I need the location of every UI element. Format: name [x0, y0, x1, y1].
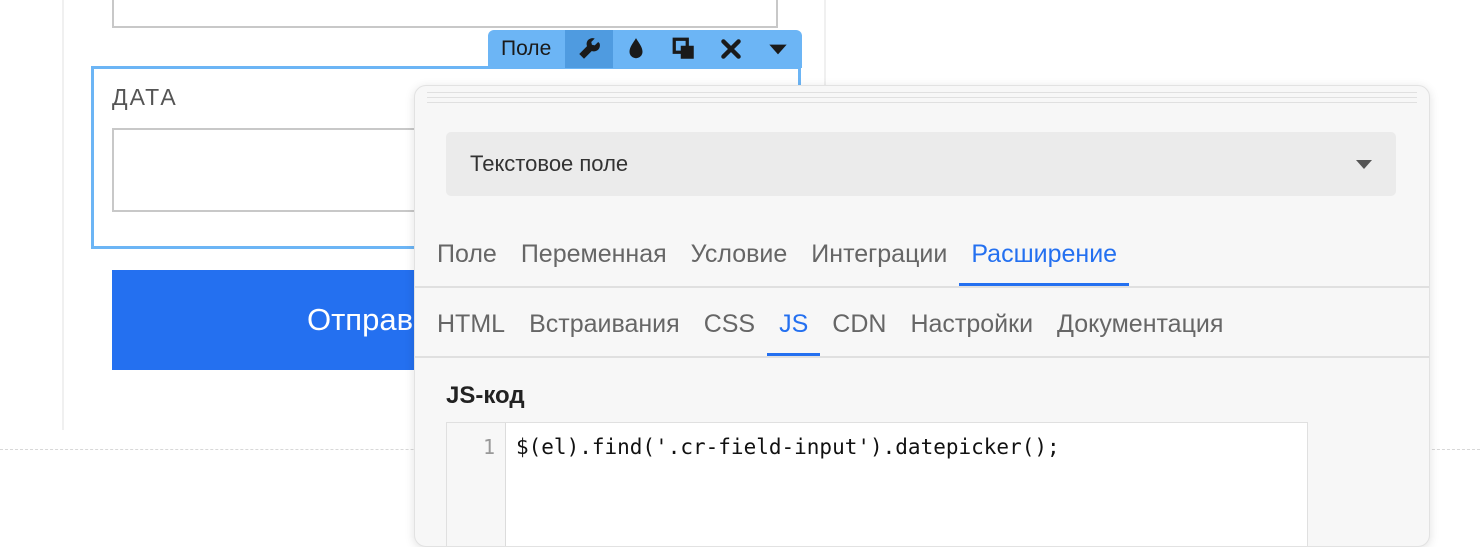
panel-drag-handle[interactable] [427, 92, 1417, 107]
tab-condition[interactable]: Условие [679, 232, 800, 286]
subtab-settings[interactable]: Настройки [898, 302, 1045, 356]
subtab-js[interactable]: JS [767, 302, 821, 356]
drop-icon[interactable] [613, 30, 660, 68]
subtab-css[interactable]: CSS [692, 302, 767, 356]
sub-tabs: HTML Встраивания CSS JS CDN Настройки До… [415, 302, 1429, 358]
settings-panel: Текстовое поле Поле Переменная Условие И… [414, 85, 1430, 547]
subtab-cdn[interactable]: CDN [820, 302, 898, 356]
toolbar-label: Поле [501, 37, 552, 60]
subtab-embeds[interactable]: Встраивания [517, 302, 692, 356]
js-code-title: JS-код [446, 382, 525, 409]
tab-extension[interactable]: Расширение [959, 232, 1130, 286]
js-code-editor[interactable]: 1 $(el).find('.cr-field-input').datepick… [446, 422, 1308, 546]
field-type-value: Текстовое поле [470, 151, 629, 176]
line-number: 1 [447, 423, 506, 546]
field-type-select[interactable]: Текстовое поле [446, 132, 1396, 196]
copy-icon[interactable] [660, 30, 707, 68]
previous-field-input[interactable] [112, 0, 778, 28]
field-toolbar: Поле [488, 30, 802, 68]
main-tabs: Поле Переменная Условие Интеграции Расши… [415, 232, 1429, 288]
tab-field[interactable]: Поле [415, 232, 509, 286]
code-line[interactable]: $(el).find('.cr-field-input').datepicker… [516, 435, 1060, 459]
subtab-docs[interactable]: Документация [1045, 302, 1235, 356]
chevron-down-icon [1356, 160, 1372, 169]
wrench-icon[interactable] [565, 30, 613, 68]
tab-integrations[interactable]: Интеграции [799, 232, 959, 286]
close-icon[interactable] [707, 30, 754, 68]
subtab-html[interactable]: HTML [415, 302, 517, 356]
tab-variable[interactable]: Переменная [509, 232, 679, 286]
field-label: ДАТА [112, 84, 178, 110]
caret-down-icon[interactable] [755, 30, 802, 68]
